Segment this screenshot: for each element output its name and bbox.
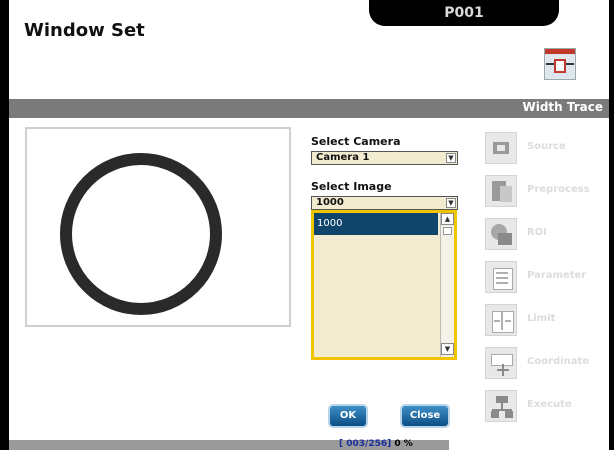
preprocess-icon [485,175,517,207]
program-tab: P001 [369,0,559,26]
listbox-scrollbar[interactable]: ▲ ▼ [440,213,454,357]
status-field [449,440,609,450]
parameter-icon [485,261,517,293]
camera-select[interactable]: Camera 1 ▼ [311,151,458,165]
nav-label: Limit [527,313,556,324]
nav-label: Coordinate [527,356,590,367]
section-title: Width Trace [522,100,603,114]
image-preview [25,127,291,327]
ring-shape [60,153,222,315]
list-item[interactable]: 1000 [314,213,438,235]
window-set-icon[interactable] [544,48,576,80]
window-title: Window Set [24,20,145,41]
status-percent: 0 % [394,439,413,449]
nav-label: Parameter [527,270,587,281]
image-select[interactable]: 1000 ▼ [311,196,458,210]
program-id: P001 [444,5,484,21]
nav-limit[interactable]: Limit [485,304,609,340]
scroll-thumb[interactable] [443,227,452,235]
coordinate-icon [485,347,517,379]
nav-execute[interactable]: Execute [485,390,609,426]
ok-button[interactable]: OK [330,406,366,426]
preview-canvas [60,153,222,315]
camera-select-value: Camera 1 [316,152,370,163]
select-image-label: Select Image [311,180,392,193]
image-listbox[interactable]: 1000 ▲ ▼ [311,210,457,360]
chevron-down-icon[interactable]: ▼ [446,153,456,163]
select-camera-label: Select Camera [311,135,401,148]
status-bar: [ 003/256] 0 % [9,439,609,450]
roi-icon [485,218,517,250]
scroll-up-icon[interactable]: ▲ [441,213,454,225]
nav-label: Preprocess [527,184,590,195]
main-panel: Width Trace Select Camera Camera 1 ▼ Sel… [9,91,609,440]
nav-label: Execute [527,399,572,410]
nav-preprocess[interactable]: Preprocess [485,175,609,211]
limit-icon [485,304,517,336]
source-icon [485,132,517,164]
nav-label: Source [527,141,566,152]
nav-source[interactable]: Source [485,132,609,168]
nav-roi[interactable]: ROI [485,218,609,254]
icon-window-box [554,59,566,73]
nav-parameter[interactable]: Parameter [485,261,609,297]
icon-title-strip [545,49,575,54]
scroll-down-icon[interactable]: ▼ [441,343,454,355]
icon-arrow-right [566,63,574,65]
status-count: [ 003/256] [339,439,392,449]
section-title-bar: Width Trace [9,99,609,118]
header: Window Set P001 [9,0,609,91]
nav-label: ROI [527,227,547,238]
image-select-value: 1000 [316,197,344,208]
nav-coordinate[interactable]: Coordinate [485,347,609,383]
execute-icon [485,390,517,422]
status-text: [ 003/256] 0 % [339,439,413,449]
close-button[interactable]: Close [402,406,448,426]
chevron-down-icon[interactable]: ▼ [446,198,456,208]
icon-arrow-left [546,63,554,65]
